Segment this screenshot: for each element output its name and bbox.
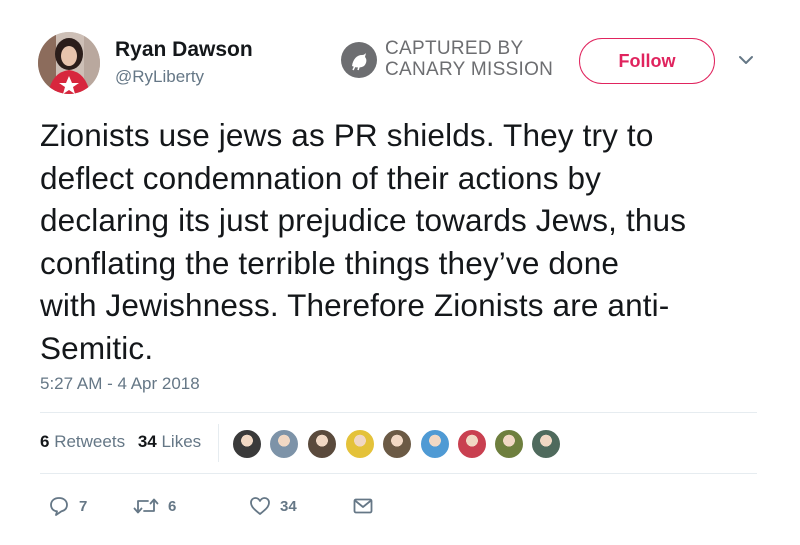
likes-stat[interactable]: 34 Likes <box>138 432 201 452</box>
liker-avatar[interactable] <box>344 428 376 460</box>
author-handle[interactable]: @RyLiberty <box>115 67 204 87</box>
follow-button[interactable]: Follow <box>579 38 715 84</box>
liker-avatar[interactable] <box>456 428 488 460</box>
tweet-text-line: with Jewishness. Therefore Zionists are … <box>40 287 670 323</box>
liker-avatar[interactable] <box>493 428 525 460</box>
retweet-count: 6 <box>168 497 177 515</box>
watermark-line-1: CAPTURED BY <box>385 38 524 59</box>
retweets-count: 6 <box>40 432 50 451</box>
like-button[interactable]: 34 <box>249 493 297 519</box>
tweet-text-line: Semitic. <box>40 329 154 366</box>
envelope-icon <box>353 498 373 514</box>
canary-bird-icon <box>341 42 377 78</box>
divider <box>40 412 757 413</box>
watermark-line-2: CANARY MISSION <box>385 59 554 80</box>
heart-icon <box>250 497 270 515</box>
tweet-timestamp[interactable]: 5:27 AM - 4 Apr 2018 <box>40 374 200 394</box>
canary-mission-watermark: CAPTURED BY CANARY MISSION <box>341 38 571 84</box>
liker-avatar[interactable] <box>268 428 300 460</box>
like-count: 34 <box>280 497 297 515</box>
reply-icon <box>50 497 68 516</box>
reply-button[interactable]: 7 <box>48 493 87 519</box>
likes-label: Likes <box>161 432 202 451</box>
tweet-text-line: Zionists use jews as PR shields. They tr… <box>40 117 654 153</box>
tweet-text-line: conflating the terrible things they’ve d… <box>40 244 620 281</box>
liker-avatar[interactable] <box>419 428 451 460</box>
reply-count: 7 <box>79 497 88 515</box>
divider <box>40 473 757 474</box>
author-avatar[interactable] <box>38 32 100 94</box>
likes-count: 34 <box>137 432 157 451</box>
liker-avatar[interactable] <box>381 428 413 460</box>
liker-avatar[interactable] <box>530 428 562 460</box>
author-name[interactable]: Ryan Dawson <box>115 38 253 62</box>
liker-avatar[interactable] <box>306 428 338 460</box>
chevron-down-icon[interactable] <box>736 52 756 68</box>
tweet-text: Zionists use jews as PR shields. They tr… <box>40 114 780 369</box>
stats-separator <box>218 424 219 462</box>
tweet-text-line: deflect condemnation of their actions by <box>40 159 602 196</box>
direct-message-button[interactable] <box>352 493 374 519</box>
retweet-icon <box>133 498 159 514</box>
retweets-label: Retweets <box>54 432 126 451</box>
liker-avatar[interactable] <box>231 428 263 460</box>
retweets-stat[interactable]: 6 Retweets <box>40 432 125 452</box>
retweet-button[interactable]: 6 <box>133 493 176 519</box>
tweet-text-line: declaring its just prejudice towards Jew… <box>40 202 687 238</box>
tweet-card: Ryan Dawson @RyLiberty CAPTURED BY CANAR… <box>0 0 800 545</box>
tweet-stats: 6 Retweets 34 Likes <box>40 432 209 452</box>
